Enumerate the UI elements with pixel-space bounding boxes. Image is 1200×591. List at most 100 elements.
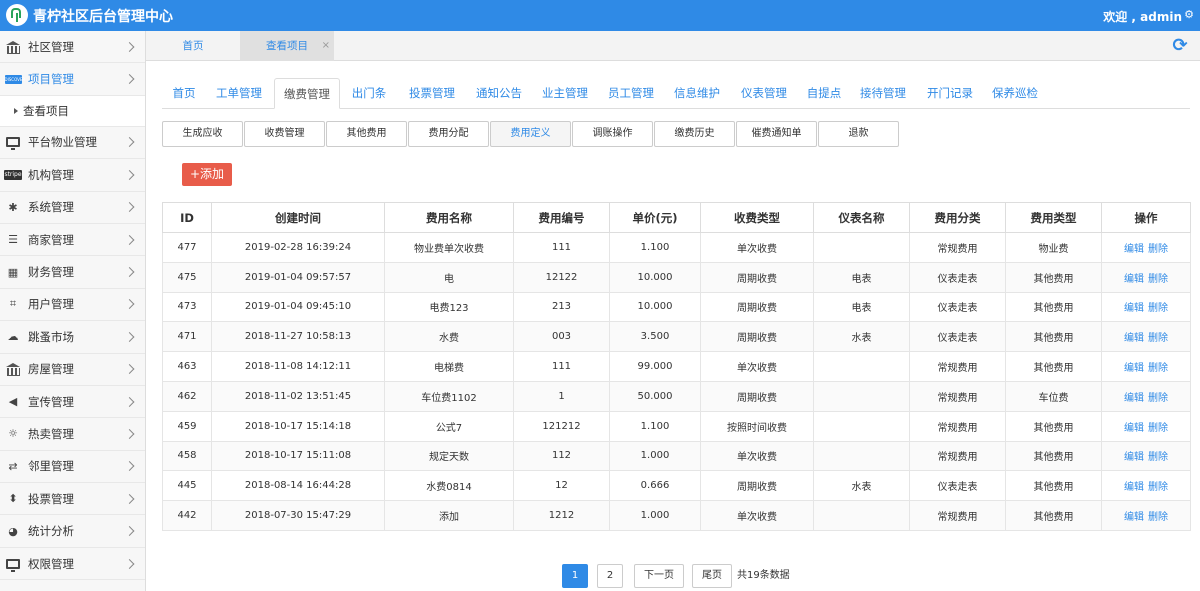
edit-link[interactable]: 编辑 bbox=[1124, 244, 1144, 255]
sidebar-item-4[interactable]: stripe 机构管理 bbox=[0, 159, 145, 192]
main-nav-8[interactable]: 信息维护 bbox=[664, 78, 730, 109]
sidebar-item-6[interactable]: ☰ 商家管理 bbox=[0, 224, 145, 257]
delete-link[interactable]: 删除 bbox=[1148, 452, 1168, 463]
welcome-user[interactable]: 欢迎 , admin bbox=[1103, 8, 1182, 25]
table-cell: 水表 bbox=[813, 470, 910, 502]
sidebar-item-label: 财务管理 bbox=[28, 265, 74, 280]
edit-link[interactable]: 编辑 bbox=[1124, 393, 1144, 404]
sidebar-item-11[interactable]: ◀ 宣传管理 bbox=[0, 386, 145, 419]
delete-link[interactable]: 删除 bbox=[1148, 512, 1168, 523]
delete-link[interactable]: 删除 bbox=[1148, 303, 1168, 314]
edit-link[interactable]: 编辑 bbox=[1124, 512, 1144, 523]
sidebar-item-7[interactable]: ▦ 财务管理 bbox=[0, 256, 145, 289]
delete-link[interactable]: 删除 bbox=[1148, 333, 1168, 344]
sub-button-8[interactable]: 退款 bbox=[818, 121, 899, 147]
sub-button-0[interactable]: 生成应收 bbox=[162, 121, 243, 147]
delete-link[interactable]: 删除 bbox=[1148, 482, 1168, 493]
sidebar-item-3[interactable]: 平台物业管理 bbox=[0, 127, 145, 160]
table-cell: 常规费用 bbox=[909, 380, 1006, 412]
main-nav-6[interactable]: 业主管理 bbox=[532, 78, 598, 109]
edit-link[interactable]: 编辑 bbox=[1124, 274, 1144, 285]
edit-link[interactable]: 编辑 bbox=[1124, 482, 1144, 493]
sub-button-3[interactable]: 费用分配 bbox=[408, 121, 489, 147]
sub-button-7[interactable]: 催费通知单 bbox=[736, 121, 817, 147]
chevron-right-icon bbox=[124, 526, 135, 537]
sidebar-item-13[interactable]: ⇄ 邻里管理 bbox=[0, 451, 145, 484]
main-nav-5[interactable]: 通知公告 bbox=[466, 78, 532, 109]
table-cell: 2018-10-17 15:11:08 bbox=[211, 440, 385, 472]
sidebar-item-14[interactable]: ⬍ 投票管理 bbox=[0, 483, 145, 516]
row-actions: 编辑 删除 bbox=[1101, 380, 1191, 412]
table-cell: 电梯费 bbox=[384, 351, 514, 382]
add-button[interactable]: +添加 bbox=[182, 163, 232, 186]
stripe-icon: stripe bbox=[4, 169, 22, 180]
sub-button-2[interactable]: 其他费用 bbox=[326, 121, 407, 147]
sub-button-6[interactable]: 缴费历史 bbox=[654, 121, 735, 147]
chevron-right-icon bbox=[124, 396, 135, 407]
table-cell: 471 bbox=[162, 321, 212, 353]
table-cell: 1212 bbox=[513, 500, 610, 531]
sidebar-item-5[interactable]: ✱ 系统管理 bbox=[0, 192, 145, 224]
sidebar-item-10[interactable]: 房屋管理 bbox=[0, 354, 145, 386]
main-nav-3[interactable]: 出门条 bbox=[340, 78, 398, 109]
pie-chart-icon: ◕ bbox=[8, 524, 18, 538]
delete-link[interactable]: 删除 bbox=[1148, 423, 1168, 434]
sidebar-item-15[interactable]: ◕ 统计分析 bbox=[0, 515, 145, 548]
sub-button-5[interactable]: 调账操作 bbox=[572, 121, 653, 147]
sub-button-1[interactable]: 收费管理 bbox=[244, 121, 325, 147]
delete-link[interactable]: 删除 bbox=[1148, 244, 1168, 255]
sidebar-item-8[interactable]: ⌗ 用户管理 bbox=[0, 289, 145, 322]
delete-link[interactable]: 删除 bbox=[1148, 274, 1168, 285]
sidebar-item-12[interactable]: ☼ 热卖管理 bbox=[0, 418, 145, 451]
page-button-2[interactable]: 2 bbox=[597, 564, 623, 588]
edit-link[interactable]: 编辑 bbox=[1124, 303, 1144, 314]
delete-link[interactable]: 删除 bbox=[1148, 363, 1168, 374]
main-nav-1[interactable]: 工单管理 bbox=[206, 78, 272, 109]
sidebar-item-label: 机构管理 bbox=[28, 167, 74, 182]
bank-icon bbox=[4, 40, 22, 54]
sidebar-item-9[interactable]: ☁ 跳蚤市场 bbox=[0, 321, 145, 354]
table-cell: 2018-10-17 15:14:18 bbox=[211, 410, 385, 442]
main-nav-0[interactable]: 首页 bbox=[162, 78, 206, 109]
chevron-right-icon bbox=[124, 234, 135, 245]
sidebar-item-label: 跳蚤市场 bbox=[28, 329, 74, 344]
chevron-right-icon bbox=[124, 493, 135, 504]
tab-view-project[interactable]: 查看项目 × bbox=[240, 31, 334, 61]
tab-home[interactable]: 首页 bbox=[146, 31, 240, 61]
table-row: 458 2018-10-17 15:11:08 规定天数 112 1.000 单次收费 常规… bbox=[162, 440, 1191, 472]
edit-link[interactable]: 编辑 bbox=[1124, 333, 1144, 344]
main-nav-11[interactable]: 接待管理 bbox=[850, 78, 916, 109]
last-page-button[interactable]: 尾页 bbox=[692, 564, 732, 588]
sidebar-item-0[interactable]: 社区管理 bbox=[0, 31, 145, 64]
table-cell: 水表 bbox=[813, 321, 910, 353]
main-nav-4[interactable]: 投票管理 bbox=[398, 78, 466, 109]
column-header: 单价(元) bbox=[609, 202, 701, 233]
app-title: 青柠社区后台管理中心 bbox=[33, 9, 173, 25]
row-actions: 编辑 删除 bbox=[1101, 321, 1191, 353]
main-nav-12[interactable]: 开门记录 bbox=[916, 78, 984, 109]
main-nav-9[interactable]: 仪表管理 bbox=[730, 78, 798, 109]
sidebar-subitem-view-project[interactable]: 查看项目 bbox=[0, 95, 145, 127]
column-header: 费用名称 bbox=[384, 202, 514, 233]
gear-icon[interactable]: ⚙ bbox=[1184, 8, 1194, 21]
close-icon[interactable]: × bbox=[322, 31, 330, 61]
main-nav-10[interactable]: 自提点 bbox=[798, 78, 850, 109]
refresh-icon[interactable]: ⟳ bbox=[1170, 36, 1190, 56]
sub-button-4[interactable]: 费用定义 bbox=[490, 121, 571, 147]
page-button-1[interactable]: 1 bbox=[562, 564, 588, 588]
total-count: 共19条数据 bbox=[737, 570, 790, 581]
sidebar-item-label: 投票管理 bbox=[28, 491, 74, 506]
edit-link[interactable]: 编辑 bbox=[1124, 452, 1144, 463]
row-actions: 编辑 删除 bbox=[1101, 500, 1191, 531]
chevron-right-icon bbox=[124, 267, 135, 277]
sidebar-item-1[interactable]: DISCOVER 项目管理 bbox=[0, 63, 145, 96]
next-page-button[interactable]: 下一页 bbox=[634, 564, 684, 588]
delete-link[interactable]: 删除 bbox=[1148, 393, 1168, 404]
main-nav-2[interactable]: 缴费管理 bbox=[274, 78, 340, 109]
pagination: 1 2 下一页 尾页 共19条数据 bbox=[0, 564, 1200, 588]
edit-link[interactable]: 编辑 bbox=[1124, 363, 1144, 374]
calculator-icon: ▦ bbox=[7, 265, 19, 279]
edit-link[interactable]: 编辑 bbox=[1124, 423, 1144, 434]
main-nav-13[interactable]: 保养巡检 bbox=[982, 78, 1048, 109]
main-nav-7[interactable]: 员工管理 bbox=[598, 78, 664, 109]
